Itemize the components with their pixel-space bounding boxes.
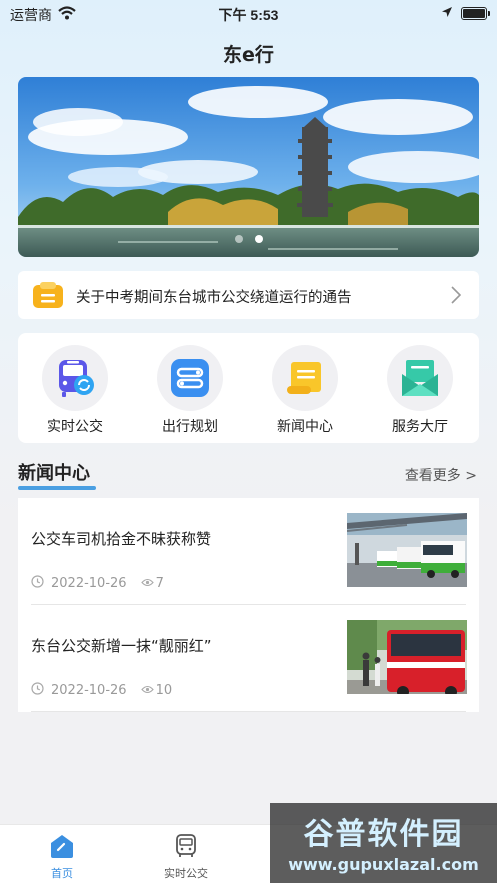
bus-realtime-icon: [59, 360, 94, 397]
news-date: 2022-10-26: [51, 683, 127, 698]
news-list: 公交车司机拾金不昧获称赞 2022-10-26 7 东台公交新增一抹“靓丽红” …: [18, 498, 479, 712]
quick-item-trip-plan[interactable]: 出行规划: [140, 345, 240, 436]
news-meta: 2022-10-26 7: [31, 575, 164, 592]
news-date: 2022-10-26: [51, 576, 127, 591]
notice-bar[interactable]: 关于中考期间东台城市公交绕道运行的通告: [18, 271, 479, 319]
tab-realtime-bus[interactable]: 实时公交: [141, 833, 231, 881]
clock-icon: [31, 575, 51, 592]
news-scroll-icon: [287, 362, 321, 394]
view-more-link[interactable]: 查看更多 >: [405, 465, 477, 485]
news-item[interactable]: 公交车司机拾金不昧获称赞 2022-10-26 7: [18, 498, 479, 605]
tab-label: 实时公交: [164, 867, 208, 880]
carousel-dot-active[interactable]: [254, 235, 263, 243]
carousel-indicator: [18, 228, 479, 247]
watermark-url: www.gupuxlazal.com: [288, 855, 479, 874]
tab-home[interactable]: 首页: [17, 833, 107, 881]
status-bar: 运营商 下午 5:53: [0, 0, 497, 26]
section-title: 新闻中心: [18, 463, 90, 484]
watermark-logo: 谷普软件园 www.gupuxlazal.com: [270, 803, 497, 883]
news-views: 10: [155, 683, 173, 698]
tab-label: 首页: [51, 867, 73, 880]
watermark-text: 谷普软件园: [303, 817, 464, 852]
quick-item-service-hall[interactable]: 服务大厅: [370, 345, 470, 436]
quick-item-realtime-bus[interactable]: 实时公交: [25, 345, 125, 436]
news-thumbnail: [347, 513, 467, 587]
news-views: 7: [155, 576, 164, 591]
quick-item-news[interactable]: 新闻中心: [255, 345, 355, 436]
clock-icon: [31, 682, 51, 699]
eye-icon: [140, 576, 156, 591]
quick-item-label: 实时公交: [47, 419, 103, 435]
chevron-right-icon: [451, 286, 462, 308]
quick-menu: 实时公交 出行规划 新闻中心 服务大厅: [18, 333, 479, 443]
eye-icon: [140, 683, 156, 698]
banner-carousel[interactable]: [18, 77, 479, 257]
route-plan-icon: [171, 359, 209, 397]
news-title: 公交车司机拾金不昧获称赞: [31, 530, 212, 548]
divider: [31, 711, 466, 712]
bus-icon: [176, 834, 196, 857]
carousel-dot[interactable]: [234, 235, 243, 243]
quick-item-label: 服务大厅: [392, 419, 448, 435]
location-arrow-icon: [441, 6, 453, 22]
quick-item-label: 出行规划: [162, 419, 218, 435]
page-title: 东e行: [223, 44, 274, 66]
news-title: 东台公交新增一抹“靓丽红”: [31, 637, 212, 655]
clock: 下午 5:53: [218, 7, 279, 23]
news-thumbnail: [347, 620, 467, 694]
service-envelope-icon: [402, 360, 438, 396]
section-underline: [18, 486, 96, 490]
battery-icon: [461, 7, 490, 20]
quick-item-label: 新闻中心: [277, 419, 333, 435]
news-item[interactable]: 东台公交新增一抹“靓丽红” 2022-10-26 10: [18, 605, 479, 712]
home-icon: [51, 835, 73, 858]
news-meta: 2022-10-26 10: [31, 682, 172, 699]
notice-icon: [32, 281, 64, 309]
notice-text: 关于中考期间东台城市公交绕道运行的通告: [76, 290, 352, 306]
